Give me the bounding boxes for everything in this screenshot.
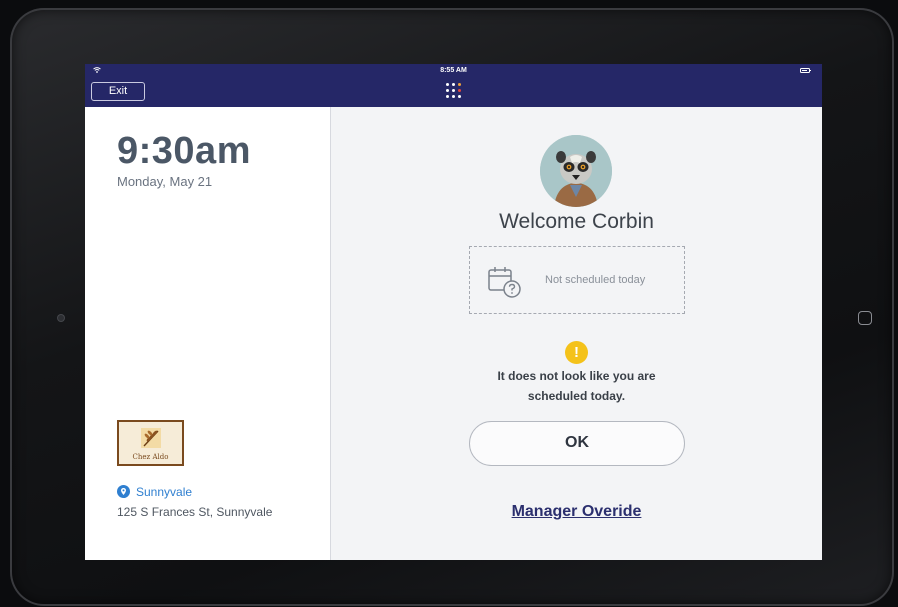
manager-override-link[interactable]: Manager Overide <box>331 503 822 521</box>
warning-line-1: It does not look like you are <box>497 369 656 383</box>
warning-icon: ! <box>565 341 588 364</box>
left-panel: 9:30am Monday, May 21 Chez Aldo Sunnyval… <box>85 107 331 560</box>
calendar-question-icon <box>488 267 521 298</box>
top-bar: 8:55 AM Exit <box>85 64 822 107</box>
exit-button[interactable]: Exit <box>91 82 145 101</box>
grid-icon[interactable] <box>446 83 461 98</box>
current-time: 9:30am <box>117 130 251 172</box>
warning-message: It does not look like you are scheduled … <box>471 366 682 406</box>
lemur-avatar-image <box>540 135 612 207</box>
right-panel: Welcome Corbin Not scheduled today ! It … <box>331 107 822 560</box>
pin-icon <box>117 485 130 498</box>
tablet-screen: 8:55 AM Exit 9:30am Monday, May 21 Chez … <box>85 64 822 560</box>
welcome-heading: Welcome Corbin <box>499 210 654 233</box>
user-avatar <box>540 135 612 207</box>
home-button-icon[interactable] <box>858 311 872 325</box>
current-date: Monday, May 21 <box>117 174 213 189</box>
camera-icon <box>58 315 64 321</box>
business-logo: Chez Aldo <box>117 420 184 466</box>
schedule-status-card: Not scheduled today <box>469 246 685 314</box>
ok-button[interactable]: OK <box>469 421 685 466</box>
battery-icon <box>800 68 811 73</box>
schedule-status-text: Not scheduled today <box>545 274 646 286</box>
location-name[interactable]: Sunnyvale <box>136 485 192 499</box>
logo-text: Chez Aldo <box>132 453 169 461</box>
status-time: 8:55 AM <box>440 67 467 74</box>
wheat-icon <box>141 428 161 448</box>
location-address: 125 S Frances St, Sunnyvale <box>117 505 273 519</box>
warning-line-2: scheduled today. <box>527 389 626 403</box>
